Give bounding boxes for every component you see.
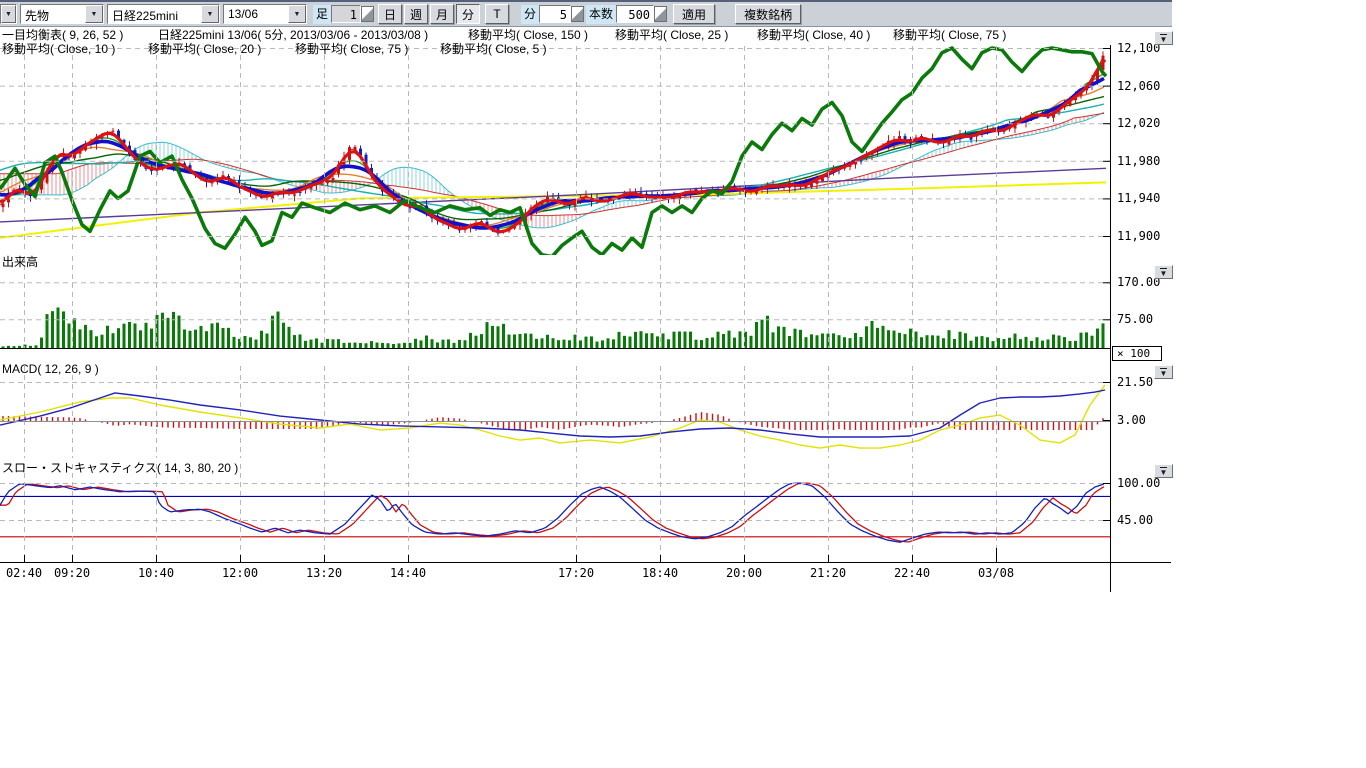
time-axis-label: 03/08	[978, 567, 1014, 580]
indicator-label: 移動平均( Close, 40 )	[757, 29, 870, 42]
price-axis-label: 11,900	[1117, 230, 1160, 243]
stochastics-panel-title: スロー・ストキャスティクス( 14, 3, 80, 20 )	[2, 462, 238, 475]
indicator-label: 移動平均( Close, 10 )	[2, 43, 115, 56]
indicator-label: 移動平均( Close, 25 )	[615, 29, 728, 42]
time-axis-label: 02:40	[6, 567, 42, 580]
time-axis-label: 20:00	[726, 567, 762, 580]
time-axis-label: 10:40	[138, 567, 174, 580]
time-axis-label: 12:00	[222, 567, 258, 580]
macd-axis-label: 21.50	[1117, 376, 1153, 389]
indicator-label: 移動平均( Close, 75 )	[295, 43, 408, 56]
time-axis-label: 18:40	[642, 567, 678, 580]
collapse-arrow-icon: ▼	[1160, 368, 1168, 377]
indicator-label: 日経225mini 13/06( 5分, 2013/03/06 - 2013/0…	[158, 29, 428, 42]
volume-panel-title: 出来高	[2, 256, 38, 269]
collapse-arrow-icon: ▼	[1160, 34, 1168, 43]
price-axis-label: 12,020	[1117, 117, 1160, 130]
time-axis-label: 13:20	[306, 567, 342, 580]
price-axis-label: 11,980	[1117, 155, 1160, 168]
indicator-label: 移動平均( Close, 5 )	[440, 43, 547, 56]
indicator-label: 一目均衡表( 9, 26, 52 )	[2, 29, 123, 42]
collapse-panel-button[interactable]: ▼	[1154, 31, 1173, 45]
time-axis-label: 14:40	[390, 567, 426, 580]
time-axis-label: 21:20	[810, 567, 846, 580]
collapse-panel-button[interactable]: ▼	[1154, 265, 1173, 279]
stoch-axis-label: 100.00	[1117, 477, 1160, 490]
application-window: ▼ 先物 ▼ 日経225mini ▼ 13/06 ▼ 足 1 日 週 月 分 T…	[0, 0, 1366, 768]
indicator-label: 移動平均( Close, 75 )	[893, 29, 1006, 42]
collapse-panel-button[interactable]: ▼	[1154, 464, 1173, 478]
collapse-arrow-icon: ▼	[1160, 467, 1168, 476]
volume-axis-label: 75.00	[1117, 313, 1153, 326]
macd-axis-label: 3.00	[1117, 414, 1146, 427]
collapse-panel-button[interactable]: ▼	[1154, 365, 1173, 379]
indicator-label: 移動平均( Close, 20 )	[148, 43, 261, 56]
stoch-axis-label: 45.00	[1117, 514, 1153, 527]
collapse-arrow-icon: ▼	[1160, 268, 1168, 277]
time-axis-label: 09:20	[54, 567, 90, 580]
price-axis-label: 11,940	[1117, 192, 1160, 205]
indicator-label: 移動平均( Close, 150 )	[468, 29, 588, 42]
time-axis-label: 17:20	[558, 567, 594, 580]
volume-multiplier-badge: × 100	[1112, 346, 1162, 361]
time-axis-label: 22:40	[894, 567, 930, 580]
macd-panel-title: MACD( 12, 26, 9 )	[2, 363, 99, 376]
price-axis-label: 12,060	[1117, 80, 1160, 93]
chart-plot-area	[0, 0, 1180, 620]
